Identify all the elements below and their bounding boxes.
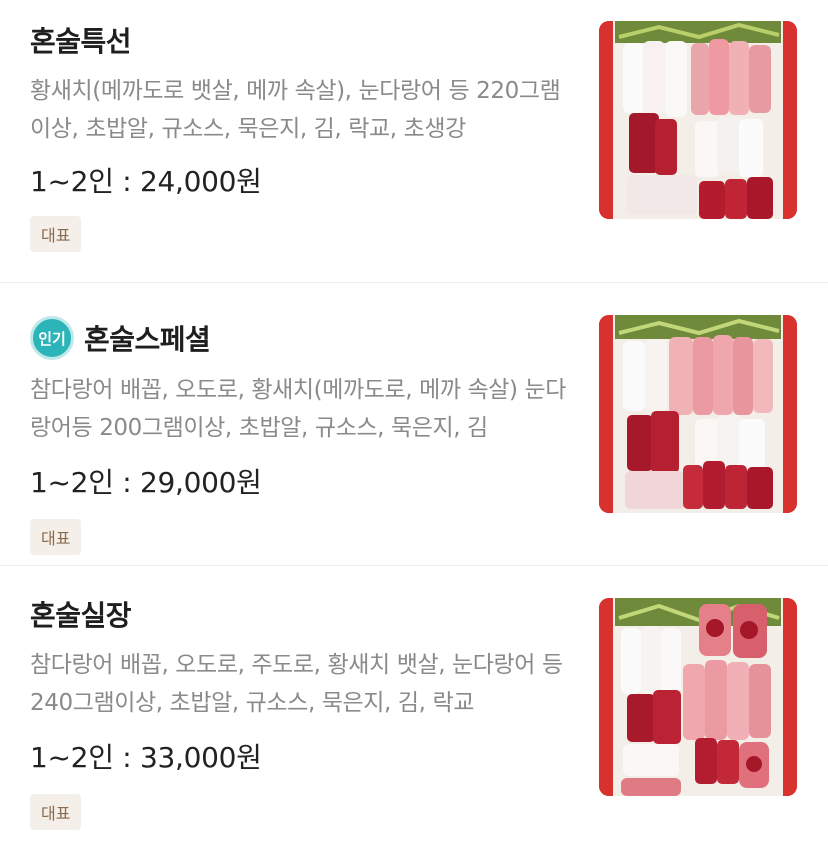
menu-item-description: 참다랑어 배꼽, 오도로, 황새치(메까도로, 메까 속살) 눈다랑어등 200… [30, 377, 567, 441]
menu-item-title-row: 혼술특선 [30, 18, 132, 62]
popular-badge: 인기 [30, 316, 74, 360]
sashimi-platter-image[interactable] [599, 21, 797, 219]
sashimi-platter-image[interactable] [599, 315, 797, 513]
sashimi-platter-image[interactable] [599, 598, 797, 796]
menu-item-title: 혼술스페셜 [84, 323, 211, 356]
menu-item[interactable]: 인기 혼술스페셜 참다랑어 배꼽, 오도로, 황새치(메까도로, 메까 속살) … [0, 283, 828, 566]
menu-item-title: 혼술특선 [30, 25, 132, 58]
menu-item[interactable]: 혼술특선 황새치(메까도로 뱃살, 메까 속살), 눈다랑어 등 220그램이상… [0, 0, 828, 283]
signature-tag: 대표 [30, 216, 82, 252]
menu-item-price: 1~2인 : 24,000원 [30, 165, 262, 198]
menu-item-title-row: 인기 혼술스페셜 [30, 316, 211, 360]
menu-item-title-row: 혼술실장 [30, 592, 132, 636]
menu-item-price: 1~2인 : 33,000원 [30, 741, 262, 774]
menu-list: 혼술특선 황새치(메까도로 뱃살, 메까 속살), 눈다랑어 등 220그램이상… [0, 0, 828, 861]
menu-item[interactable]: 혼술실장 참다랑어 배꼽, 오도로, 주도로, 황새치 뱃살, 눈다랑어 등 2… [0, 566, 828, 861]
menu-item-price: 1~2인 : 29,000원 [30, 466, 262, 499]
menu-item-title: 혼술실장 [30, 599, 132, 632]
menu-item-description: 황새치(메까도로 뱃살, 메까 속살), 눈다랑어 등 220그램이상, 초밥알… [30, 78, 561, 142]
signature-tag: 대표 [30, 794, 82, 830]
menu-item-description: 참다랑어 배꼽, 오도로, 주도로, 황새치 뱃살, 눈다랑어 등 240그램이… [30, 652, 563, 716]
signature-tag: 대표 [30, 519, 82, 555]
